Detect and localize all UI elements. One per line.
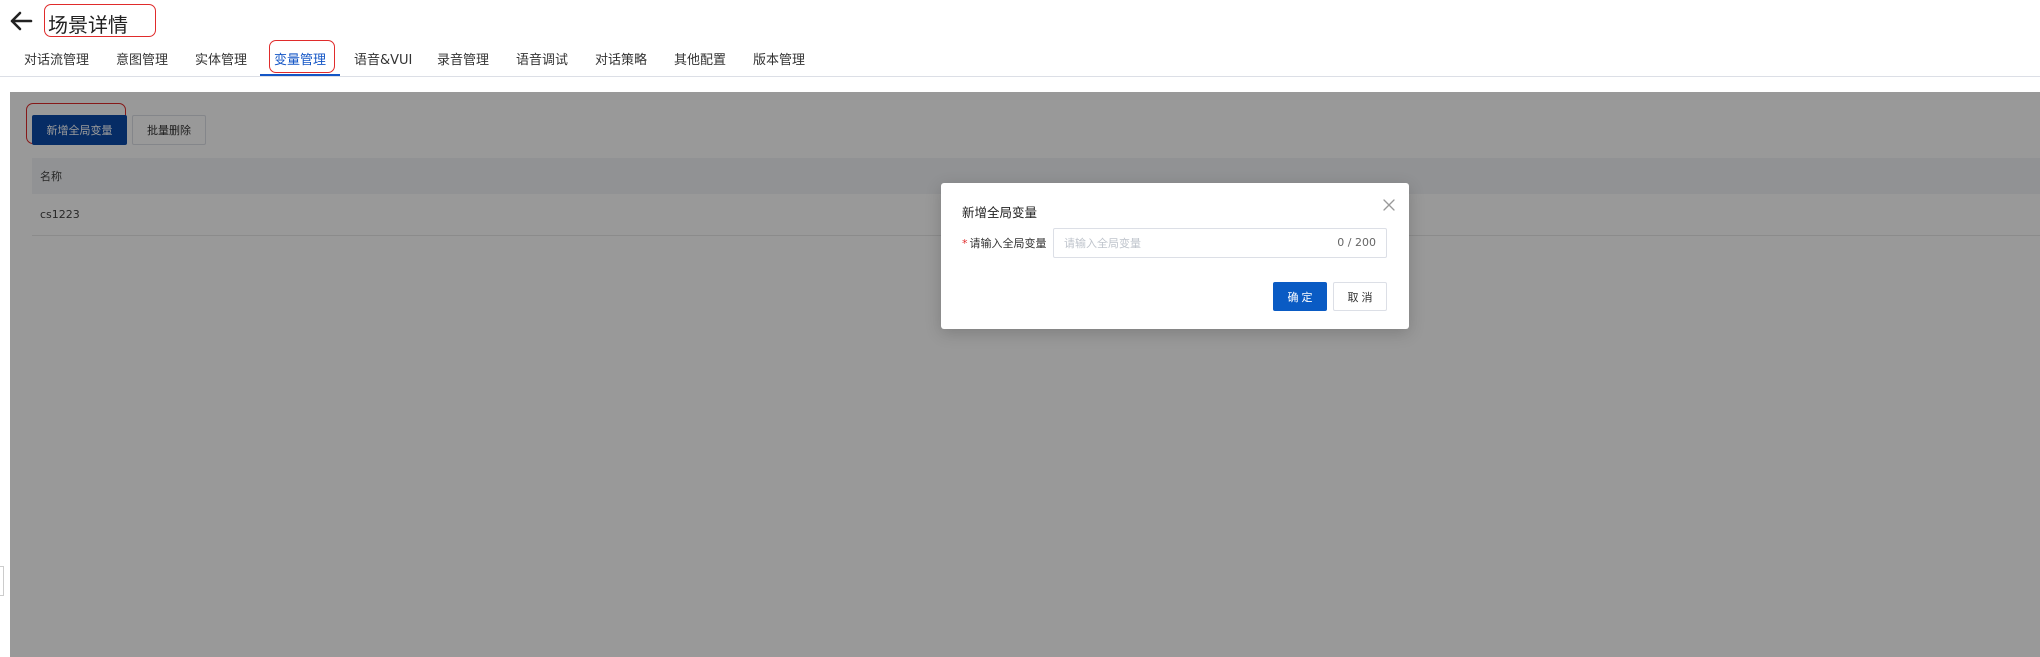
tab-voice-vui[interactable]: 语音&VUI [354, 49, 412, 68]
active-tab-indicator [260, 74, 340, 76]
required-mark: * [962, 237, 968, 250]
page-title: 场景详情 [48, 13, 128, 37]
tab-bar: 对话流管理 意图管理 实体管理 变量管理 语音&VUI 录音管理 语音调试 对话… [0, 40, 2040, 77]
tab-variable[interactable]: 变量管理 [274, 49, 326, 68]
tab-version[interactable]: 版本管理 [753, 49, 805, 68]
tab-other-config[interactable]: 其他配置 [674, 49, 726, 68]
variable-input-wrapper: 0 / 200 [1053, 228, 1387, 258]
variable-input[interactable] [1054, 229, 1314, 257]
variable-field-label-text: 请输入全局变量 [969, 237, 1047, 250]
tab-voice-debug[interactable]: 语音调试 [516, 49, 568, 68]
tab-intent[interactable]: 意图管理 [116, 49, 168, 68]
confirm-button[interactable]: 确定 [1273, 282, 1327, 311]
tab-dialog-strategy[interactable]: 对话策略 [595, 49, 647, 68]
dialog-title: 新增全局变量 [962, 205, 1038, 220]
add-variable-dialog: 新增全局变量 *请输入全局变量 0 / 200 确定 取消 [941, 183, 1409, 329]
char-counter: 0 / 200 [1337, 236, 1376, 249]
variable-field-label: * 请输入全局变量 [962, 235, 1047, 251]
modal-mask[interactable] [10, 92, 2040, 657]
title-highlight-ring: 场景详情 [44, 4, 156, 37]
tab-entity[interactable]: 实体管理 [195, 49, 247, 68]
tab-recording[interactable]: 录音管理 [437, 49, 489, 68]
tab-dialog-flow[interactable]: 对话流管理 [24, 49, 89, 68]
close-icon[interactable] [1382, 198, 1396, 212]
side-drawer-handle[interactable] [0, 566, 4, 596]
page-header: 场景详情 [0, 0, 2040, 40]
cancel-button[interactable]: 取消 [1333, 282, 1387, 311]
arrow-left-icon[interactable] [9, 10, 33, 32]
